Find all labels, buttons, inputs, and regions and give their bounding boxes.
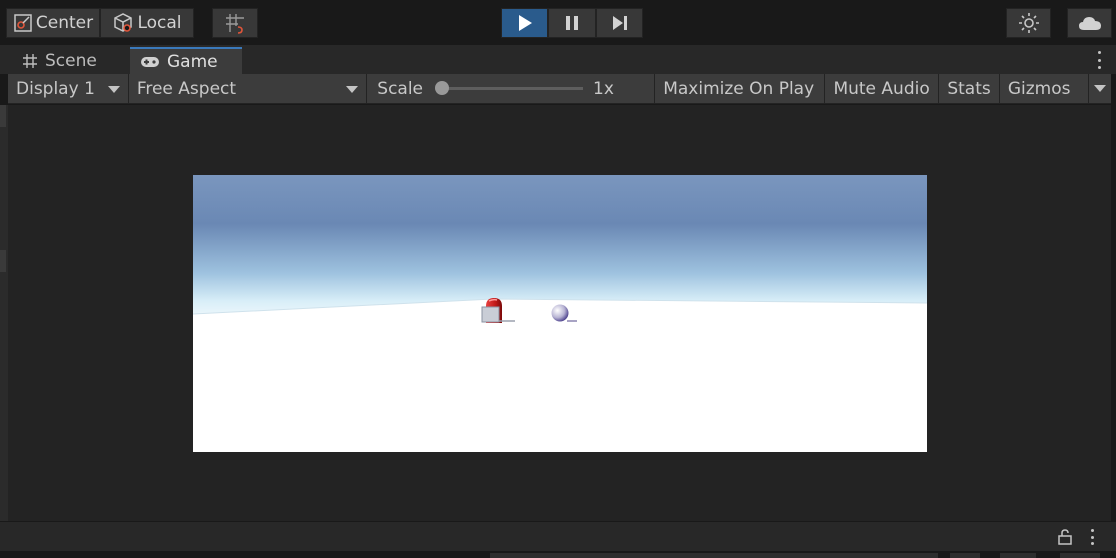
maximize-on-play-label: Maximize On Play (663, 78, 815, 99)
lighting-button[interactable] (1006, 8, 1051, 38)
lock-icon[interactable] (1058, 529, 1072, 545)
game-scene-image (193, 175, 927, 452)
mute-audio-label: Mute Audio (833, 78, 930, 99)
grid-snap-button[interactable] (212, 8, 258, 38)
gizmos-dropdown[interactable] (1089, 74, 1111, 103)
chevron-down-icon (346, 86, 359, 93)
space-local-label: Local (137, 13, 182, 33)
game-render-view[interactable] (193, 175, 927, 452)
tab-more-menu[interactable] (1096, 51, 1102, 69)
tab-scene[interactable]: Scene (12, 47, 126, 75)
game-view-toolbar: Display 1 Free Aspect Scale 1x Maximize … (8, 74, 1111, 104)
scale-control: Scale 1x (367, 74, 656, 103)
grid-snap-group (212, 8, 258, 38)
space-local-button[interactable]: Local (100, 8, 194, 38)
aspect-label: Free Aspect (136, 78, 237, 99)
scale-value: 1x (593, 78, 614, 99)
left-panel-edge (0, 105, 8, 521)
cloud-icon (1078, 15, 1102, 31)
cloud-group (1067, 8, 1112, 38)
cloud-button[interactable] (1067, 8, 1112, 38)
main-toolbar: Center Local (0, 0, 1116, 44)
gizmos-toggle[interactable]: Gizmos (1000, 74, 1090, 103)
chevron-down-icon (1094, 85, 1107, 92)
pivot-center-button[interactable]: Center (6, 8, 100, 38)
gamepad-icon (140, 56, 160, 68)
pivot-icon (13, 13, 33, 33)
mute-audio-toggle[interactable]: Mute Audio (825, 74, 940, 103)
grid-snap-icon (224, 12, 246, 34)
tab-scene-label: Scene (45, 51, 97, 71)
play-icon (517, 14, 533, 32)
hash-icon (22, 53, 38, 69)
gizmos-label: Gizmos (1007, 78, 1071, 99)
lighting-group (1006, 8, 1051, 38)
pivot-controls: Center Local (6, 8, 194, 38)
scale-slider[interactable] (435, 81, 584, 95)
step-button[interactable] (596, 8, 643, 38)
lighting-icon (1018, 12, 1040, 34)
tab-game[interactable]: Game (130, 47, 242, 75)
tab-game-label: Game (167, 52, 218, 72)
play-button[interactable] (501, 8, 548, 38)
bottom-panel-bar (0, 521, 1116, 551)
chevron-down-icon (107, 86, 120, 93)
step-icon (612, 15, 628, 31)
display-label: Display 1 (16, 78, 95, 99)
view-tab-bar: Scene Game (0, 44, 1116, 75)
display-dropdown[interactable]: Display 1 (8, 74, 129, 103)
pivot-center-label: Center (35, 13, 94, 33)
pause-button[interactable] (548, 8, 596, 38)
aspect-dropdown[interactable]: Free Aspect (129, 74, 368, 103)
status-strip (0, 551, 1116, 558)
bottom-more-menu[interactable] (1089, 529, 1095, 545)
local-space-icon (112, 12, 134, 34)
pause-icon (565, 15, 579, 31)
maximize-on-play-toggle[interactable]: Maximize On Play (655, 74, 826, 103)
scale-label: Scale (377, 78, 424, 99)
playback-controls (501, 8, 643, 38)
stats-toggle[interactable]: Stats (939, 74, 1000, 103)
scale-slider-handle[interactable] (435, 81, 450, 95)
stats-label: Stats (947, 78, 991, 99)
